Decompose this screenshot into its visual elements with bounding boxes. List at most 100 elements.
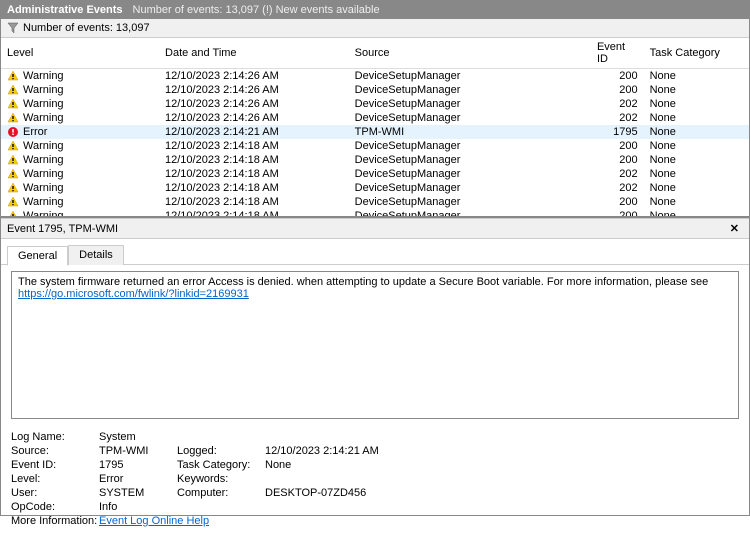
datetime-cell: 12/10/2023 2:14:18 AM <box>159 209 349 218</box>
logged-value: 12/10/2023 2:14:21 AM <box>265 445 435 457</box>
warning-icon <box>7 112 19 124</box>
level-label: Level: <box>11 473 91 485</box>
eventid-cell: 202 <box>591 111 644 125</box>
event-count-label: Number of events: 13,097 <box>23 22 150 34</box>
source-cell: DeviceSetupManager <box>349 111 591 125</box>
taskcat-cell: None <box>644 153 749 167</box>
eventid-label: Event ID: <box>11 459 91 471</box>
level-text: Warning <box>23 210 64 218</box>
source-value: TPM-WMI <box>99 445 169 457</box>
source-cell: DeviceSetupManager <box>349 69 591 84</box>
eventid-cell: 202 <box>591 167 644 181</box>
taskcat-cell: None <box>644 83 749 97</box>
eventid-cell: 1795 <box>591 125 644 139</box>
datetime-cell: 12/10/2023 2:14:26 AM <box>159 83 349 97</box>
header-bar: Administrative Events Number of events: … <box>1 1 749 19</box>
col-eventid[interactable]: Event ID <box>591 38 644 69</box>
taskcat-cell: None <box>644 181 749 195</box>
datetime-cell: 12/10/2023 2:14:18 AM <box>159 167 349 181</box>
detail-body: The system firmware returned an error Ac… <box>1 264 749 533</box>
computer-label: Computer: <box>177 487 257 499</box>
event-table: Level Date and Time Source Event ID Task… <box>1 38 749 218</box>
level-text: Warning <box>23 70 64 82</box>
level-text: Warning <box>23 168 64 180</box>
source-cell: TPM-WMI <box>349 125 591 139</box>
eventid-cell: 200 <box>591 209 644 218</box>
table-row[interactable]: Warning12/10/2023 2:14:18 AMDeviceSetupM… <box>1 209 749 218</box>
taskcat-value: None <box>265 459 435 471</box>
table-row[interactable]: Warning12/10/2023 2:14:18 AMDeviceSetupM… <box>1 195 749 209</box>
tab-details[interactable]: Details <box>68 245 124 265</box>
eventid-value: 1795 <box>99 459 169 471</box>
event-list[interactable]: Level Date and Time Source Event ID Task… <box>1 38 749 218</box>
datetime-cell: 12/10/2023 2:14:26 AM <box>159 97 349 111</box>
column-header-row[interactable]: Level Date and Time Source Event ID Task… <box>1 38 749 69</box>
col-level[interactable]: Level <box>1 38 159 69</box>
table-row[interactable]: Warning 12/10/2023 2:14:18 AMDeviceSetupM… <box>1 139 749 153</box>
source-cell: DeviceSetupManager <box>349 153 591 167</box>
table-row[interactable]: Warning 12/10/2023 2:14:26 AMDeviceSetupM… <box>1 83 749 97</box>
table-row[interactable]: Warning 12/10/2023 2:14:26 AMDeviceSetupM… <box>1 111 749 125</box>
taskcat-cell: None <box>644 167 749 181</box>
toolbar: Number of events: 13,097 <box>1 19 749 38</box>
taskcat-cell: None <box>644 69 749 84</box>
close-icon[interactable]: ✕ <box>726 222 743 235</box>
user-label: User: <box>11 487 91 499</box>
message-link[interactable]: https://go.microsoft.com/fwlink/?linkid=… <box>18 288 249 300</box>
eventid-cell: 200 <box>591 69 644 84</box>
taskcat-label: Task Category: <box>177 459 257 471</box>
source-label: Source: <box>11 445 91 457</box>
header-subtitle: Number of events: 13,097 (!) New events … <box>133 4 380 16</box>
eventid-cell: 202 <box>591 181 644 195</box>
event-properties: Log Name: System Source: TPM-WMI Logged:… <box>11 431 739 527</box>
source-cell: DeviceSetupManager <box>349 181 591 195</box>
opcode-label: OpCode: <box>11 501 91 513</box>
eventid-cell: 200 <box>591 195 644 209</box>
table-row[interactable]: Warning 12/10/2023 2:14:18 AMDeviceSetupM… <box>1 167 749 181</box>
level-text: Warning <box>23 84 64 96</box>
table-row[interactable]: Error12/10/2023 2:14:21 AMTPM-WMI1795Non… <box>1 125 749 139</box>
level-text: Warning <box>23 112 64 124</box>
table-row[interactable]: Warning12/10/2023 2:14:18 AMDeviceSetupM… <box>1 181 749 195</box>
warning-icon <box>7 168 19 180</box>
level-text: Warning <box>23 154 64 166</box>
datetime-cell: 12/10/2023 2:14:21 AM <box>159 125 349 139</box>
logname-label: Log Name: <box>11 431 91 443</box>
datetime-cell: 12/10/2023 2:14:18 AM <box>159 139 349 153</box>
keywords-value <box>265 473 435 485</box>
col-taskcat[interactable]: Task Category <box>644 38 749 69</box>
level-text: Error <box>23 126 47 138</box>
filter-icon[interactable] <box>7 22 19 34</box>
warning-icon <box>7 98 19 110</box>
source-cell: DeviceSetupManager <box>349 167 591 181</box>
eventid-cell: 200 <box>591 83 644 97</box>
moreinfo-label: More Information: <box>11 515 91 527</box>
table-row[interactable]: Warning12/10/2023 2:14:26 AMDeviceSetupM… <box>1 69 749 84</box>
datetime-cell: 12/10/2023 2:14:18 AM <box>159 195 349 209</box>
source-cell: DeviceSetupManager <box>349 83 591 97</box>
warning-icon <box>7 182 19 194</box>
warning-icon <box>7 196 19 208</box>
moreinfo-link[interactable]: Event Log Online Help <box>99 515 209 527</box>
warning-icon <box>7 210 19 218</box>
source-cell: DeviceSetupManager <box>349 139 591 153</box>
datetime-cell: 12/10/2023 2:14:26 AM <box>159 111 349 125</box>
datetime-cell: 12/10/2023 2:14:18 AM <box>159 181 349 195</box>
warning-icon <box>7 154 19 166</box>
logname-value: System <box>99 431 435 443</box>
detail-header: Event 1795, TPM-WMI ✕ <box>1 218 749 239</box>
eventid-cell: 200 <box>591 139 644 153</box>
level-text: Warning <box>23 140 64 152</box>
table-row[interactable]: Warning12/10/2023 2:14:26 AMDeviceSetupM… <box>1 97 749 111</box>
table-row[interactable]: Warning 12/10/2023 2:14:18 AMDeviceSetupM… <box>1 153 749 167</box>
datetime-cell: 12/10/2023 2:14:18 AM <box>159 153 349 167</box>
taskcat-cell: None <box>644 111 749 125</box>
tab-general[interactable]: General <box>7 246 68 266</box>
logged-label: Logged: <box>177 445 257 457</box>
taskcat-cell: None <box>644 209 749 218</box>
warning-icon <box>7 140 19 152</box>
col-source[interactable]: Source <box>349 38 591 69</box>
opcode-value: Info <box>99 501 435 513</box>
col-datetime[interactable]: Date and Time <box>159 38 349 69</box>
detail-tabs: General Details <box>1 239 749 265</box>
